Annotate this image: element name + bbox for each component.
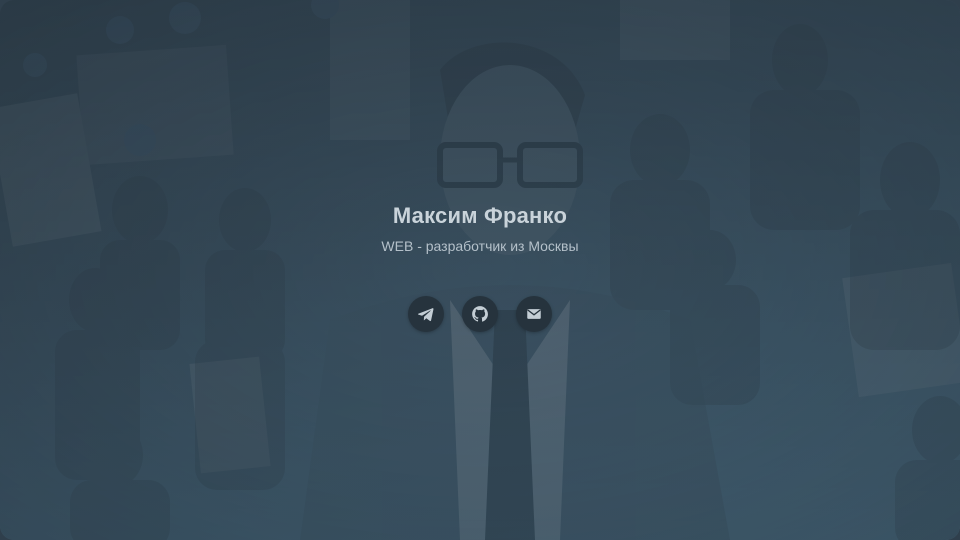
social-links [0,296,960,332]
profile-subtitle: WEB - разработчик из Москвы [381,238,579,254]
mail-button[interactable] [516,296,552,332]
telegram-icon [417,308,434,322]
profile-page: Максим Франко WEB - разработчик из Москв… [0,0,960,540]
profile-card: Максим Франко WEB - разработчик из Москв… [0,200,960,332]
github-button[interactable] [462,296,498,332]
mail-icon [527,309,541,319]
profile-name: Максим Франко [392,203,568,228]
telegram-button[interactable] [408,296,444,332]
github-icon [472,306,488,322]
